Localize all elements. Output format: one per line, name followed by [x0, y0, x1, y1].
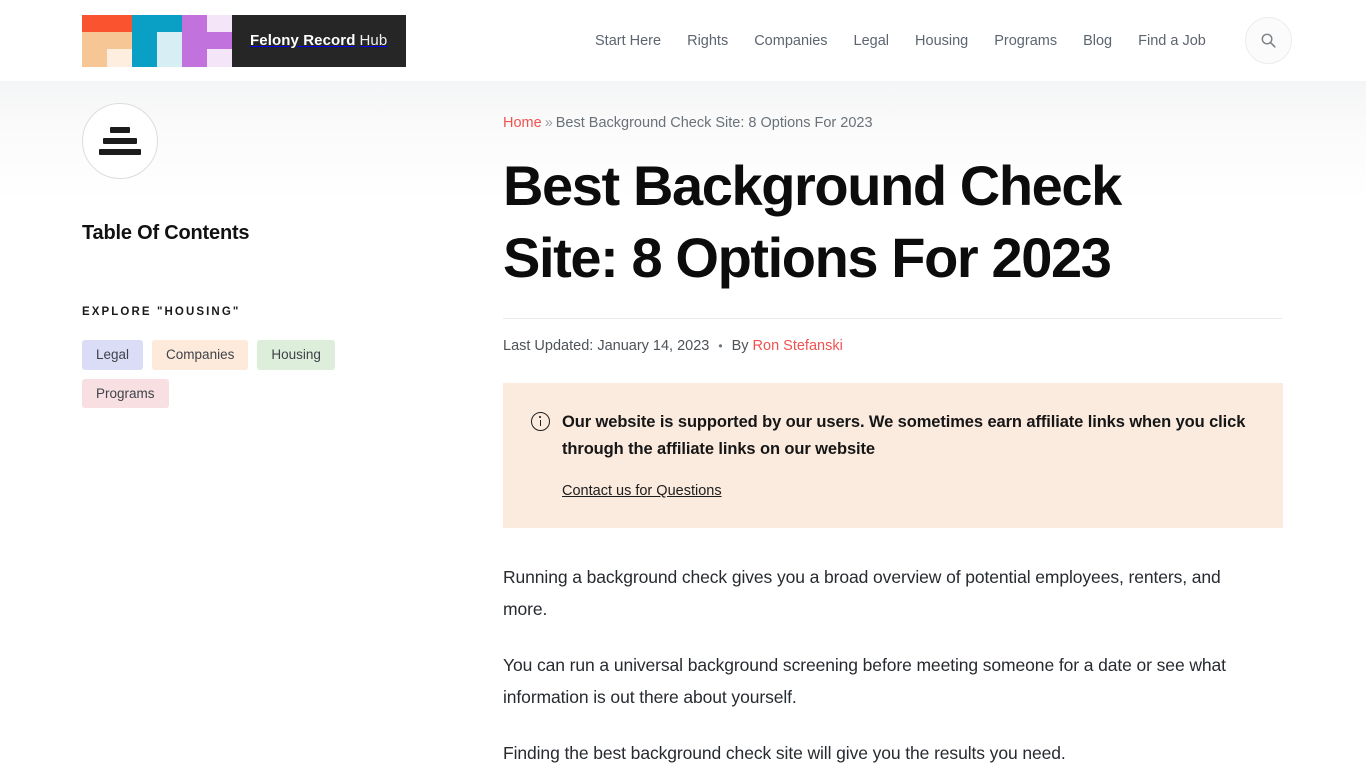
logo-wordmark: Felony Record Hub — [232, 14, 407, 67]
breadcrumb-current: Best Background Check Site: 8 Options Fo… — [555, 115, 873, 131]
nav-item-rights[interactable]: Rights — [687, 33, 728, 49]
nav-item-companies[interactable]: Companies — [754, 33, 827, 49]
breadcrumb-separator: » — [544, 115, 553, 131]
table-of-contents-toggle[interactable] — [82, 103, 158, 179]
last-updated-date: Last Updated: January 14, 2023 — [503, 338, 710, 354]
table-of-contents-heading: Table Of Contents — [82, 222, 250, 244]
article-paragraph-1: Running a background check gives you a b… — [503, 567, 1221, 619]
contact-us-link[interactable]: Contact us for Questions — [562, 483, 722, 499]
byline-bullet: • — [718, 339, 723, 353]
logo-mark-3 — [182, 14, 232, 67]
toc-bars-icon-line-2 — [103, 138, 137, 144]
logo-mark-2 — [132, 14, 182, 67]
affiliate-disclosure-notice: Our website is supported by our users. W… — [503, 383, 1283, 528]
page-title: Best Background Check Site: 8 Options Fo… — [503, 154, 1122, 289]
info-circle-icon — [531, 412, 550, 431]
page-body: Table Of Contents EXPLORE "HOUSING" Lega… — [0, 81, 1366, 768]
tag-housing[interactable]: Housing — [257, 340, 335, 370]
site-logo[interactable]: Felony Record Hub — [82, 14, 407, 67]
author-link[interactable]: Ron Stefanski — [753, 338, 843, 354]
nav-item-legal[interactable]: Legal — [854, 33, 889, 49]
logo-text-bold: Felony Record — [250, 32, 356, 49]
logo-mark-1 — [82, 14, 132, 67]
article-paragraph-3: Finding the best background check site w… — [503, 743, 1066, 763]
primary-navigation: Start Here Rights Companies Legal Housin… — [595, 33, 1206, 49]
site-header: Felony Record Hub Start Here Rights Compa… — [0, 0, 1366, 81]
sidebar: Table Of Contents EXPLORE "HOUSING" Lega… — [82, 103, 452, 408]
nav-item-housing[interactable]: Housing — [915, 33, 968, 49]
logo-mark-blocks — [82, 14, 232, 67]
tag-companies[interactable]: Companies — [152, 340, 249, 370]
article-paragraph-2: You can run a universal background scree… — [503, 655, 1226, 707]
toc-bars-icon-line-1 — [110, 127, 130, 133]
affiliate-disclosure-text: Our website is supported by our users. W… — [562, 413, 1246, 458]
article-body: Running a background check gives you a b… — [503, 561, 1268, 768]
byline-by-label: By — [731, 338, 749, 354]
search-button[interactable] — [1245, 17, 1292, 64]
nav-item-start-here[interactable]: Start Here — [595, 33, 661, 49]
category-tag-list: Legal Companies Housing Programs — [82, 340, 342, 408]
article-content: Home» Best Background Check Site: 8 Optio… — [503, 115, 1284, 768]
tag-programs[interactable]: Programs — [82, 378, 169, 408]
explore-category-label: EXPLORE "HOUSING" — [82, 306, 241, 318]
search-icon — [1261, 33, 1276, 48]
breadcrumb-home-link[interactable]: Home — [503, 115, 542, 131]
nav-item-programs[interactable]: Programs — [994, 33, 1057, 49]
breadcrumb: Home» Best Background Check Site: 8 Optio… — [503, 115, 1284, 131]
title-divider — [503, 318, 1282, 319]
toc-bars-icon-line-3 — [99, 149, 141, 155]
article-byline: Last Updated: January 14, 2023 • By Ron … — [503, 338, 1284, 354]
tag-legal[interactable]: Legal — [82, 340, 144, 370]
logo-text-light: Hub — [359, 32, 388, 49]
nav-item-find-a-job[interactable]: Find a Job — [1138, 33, 1206, 49]
nav-item-blog[interactable]: Blog — [1083, 33, 1112, 49]
